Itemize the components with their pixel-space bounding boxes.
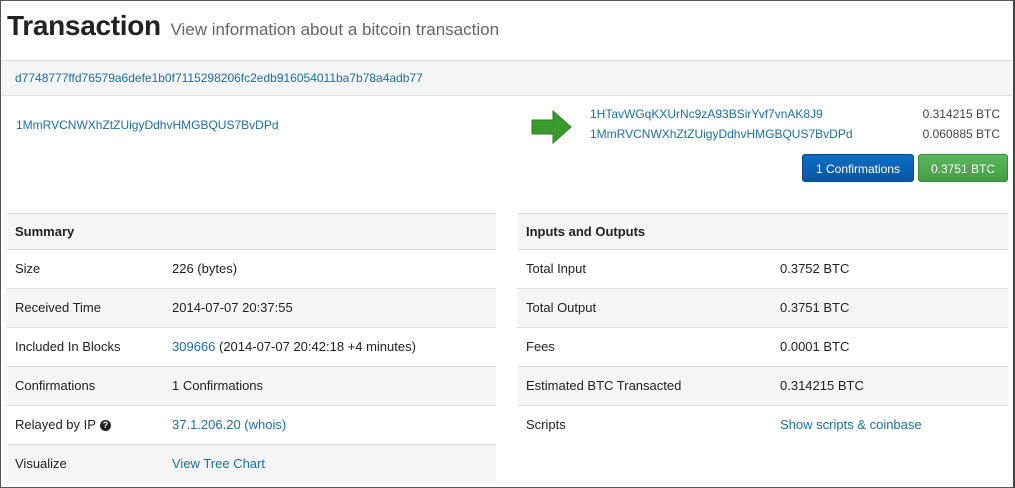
received-value: 2014-07-07 20:37:55 [172,300,293,315]
page-title: Transaction [7,10,161,41]
page-header: Transaction View information about a bit… [7,10,499,42]
help-icon[interactable]: ? [99,420,111,431]
summary-row-blocks: Included In Blocks 309666 (2014-07-07 20… [7,328,496,367]
size-value: 226 (bytes) [172,261,238,276]
tx-hash-bar: d7748777ffd76579a6defe1b0f7115298206fc2e… [1,60,1012,96]
view-tree-chart-link[interactable]: View Tree Chart [172,445,265,483]
summary-row-size: Size 226 (bytes) [7,250,496,289]
summary-heading: Summary [7,213,496,250]
output-row: 1HTavWGqKXUrNc9zA93BSirYvf7vnAK8J9 0.314… [590,107,1000,127]
io-row-total-input: Total Input 0.3752 BTC [518,250,1008,289]
confirmations-value: 1 Confirmations [172,378,264,393]
tx-hash-link[interactable]: d7748777ffd76579a6defe1b0f7115298206fc2e… [15,71,423,85]
output-amount: 0.314215 BTC [922,107,1000,121]
output-amount: 0.060885 BTC [922,127,1000,141]
inputs-outputs-panel: Inputs and Outputs Total Input 0.3752 BT… [518,213,1008,444]
output-row: 1MmRVCNWXhZtZUigyDdhvHMGBQUS7BvDPd 0.060… [590,127,1000,147]
total-output-value: 0.3751 BTC [780,300,850,315]
relayed-label: Relayed by IP [15,417,96,432]
block-detail: (2014-07-07 20:42:18 +4 minutes) [215,339,416,354]
io-heading: Inputs and Outputs [518,213,1008,250]
io-row-total-output: Total Output 0.3751 BTC [518,289,1008,328]
total-input-value: 0.3752 BTC [780,261,850,276]
io-row-estimated: Estimated BTC Transacted 0.314215 BTC [518,367,1008,406]
show-scripts-link[interactable]: Show scripts & coinbase [780,406,922,444]
visualize-label: Visualize [15,456,67,471]
outputs-list: 1HTavWGqKXUrNc9zA93BSirYvf7vnAK8J9 0.314… [590,107,1000,147]
block-link[interactable]: 309666 [172,339,215,354]
fees-label: Fees [526,339,555,354]
total-output-label: Total Output [526,300,597,315]
summary-row-relayed: Relayed by IP? 37.1.206.20 (whois) [7,406,496,445]
summary-row-visualize: Visualize View Tree Chart [7,445,496,483]
output-address-link[interactable]: 1MmRVCNWXhZtZUigyDdhvHMGBQUS7BvDPd [590,127,853,141]
blocks-label: Included In Blocks [15,339,121,354]
relayed-label-wrap: Relayed by IP? [15,406,111,444]
estimated-value: 0.314215 BTC [780,378,864,393]
fees-value: 0.0001 BTC [780,339,850,354]
total-input-label: Total Input [526,261,586,276]
summary-row-confirmations: Confirmations 1 Confirmations [7,367,496,406]
total-btc-button[interactable]: 0.3751 BTC [918,154,1008,182]
io-row-fees: Fees 0.0001 BTC [518,328,1008,367]
confirmations-label: Confirmations [15,378,96,393]
blocks-value: 309666 (2014-07-07 20:42:18 +4 minutes) [172,328,416,366]
summary-panel: Summary Size 226 (bytes) Received Time 2… [7,213,496,483]
size-label: Size [15,261,41,276]
scripts-label: Scripts [526,417,566,432]
received-label: Received Time [15,300,101,315]
summary-row-received: Received Time 2014-07-07 20:37:55 [7,289,496,328]
page-subtitle: View information about a bitcoin transac… [170,20,500,39]
output-address-link[interactable]: 1HTavWGqKXUrNc9zA93BSirYvf7vnAK8J9 [590,107,823,121]
arrow-right-icon [531,109,572,145]
confirmations-button[interactable]: 1 Confirmations [802,154,914,182]
io-row-scripts: Scripts Show scripts & coinbase [518,406,1008,444]
input-address-link[interactable]: 1MmRVCNWXhZtZUigyDdhvHMGBQUS7BvDPd [16,118,279,132]
relayed-ip-link[interactable]: 37.1.206.20 (whois) [172,406,286,444]
estimated-label: Estimated BTC Transacted [526,378,682,393]
